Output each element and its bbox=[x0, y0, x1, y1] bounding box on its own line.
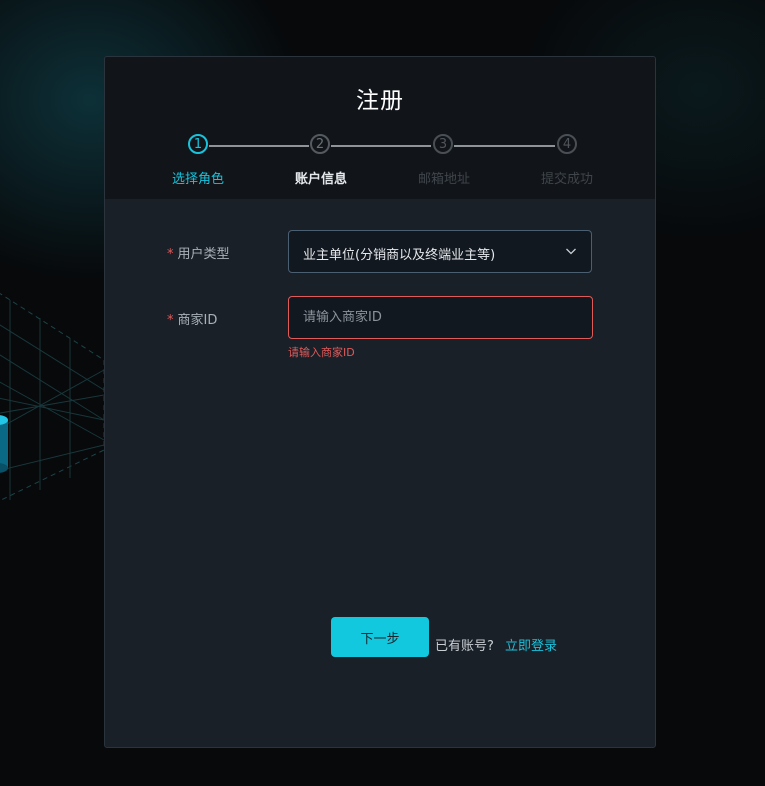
register-card: 注册 1 选择角色 2 账户信息 3 邮箱地址 4 提交成功 * 用户类型 业主单… bbox=[104, 56, 656, 748]
have-account-text: 已有账号? bbox=[435, 639, 494, 654]
step-2-label: 账户信息 bbox=[294, 172, 347, 187]
step-2-number: 2 bbox=[315, 137, 325, 152]
step-1-circle: 1 bbox=[188, 134, 208, 154]
user-type-value: 业主单位(分销商以及终端业主等) bbox=[303, 248, 496, 263]
merchant-id-label: * 商家ID bbox=[167, 309, 217, 328]
merchant-id-label-text: 商家ID bbox=[177, 313, 218, 328]
chevron-down-icon bbox=[566, 248, 576, 255]
step-3-number: 3 bbox=[438, 137, 448, 152]
step-connector-3 bbox=[454, 145, 555, 147]
page-title: 注册 bbox=[356, 88, 404, 114]
user-type-label: * 用户类型 bbox=[167, 243, 230, 262]
required-mark: * bbox=[167, 247, 174, 262]
merchant-id-input[interactable] bbox=[288, 296, 593, 339]
login-link[interactable]: 立即登录 bbox=[505, 635, 557, 654]
cylinder-icon bbox=[0, 415, 8, 473]
step-1-label: 选择角色 bbox=[171, 172, 224, 187]
merchant-id-error: 请输入商家ID bbox=[288, 346, 355, 359]
step-4-circle: 4 bbox=[557, 134, 577, 154]
required-mark: * bbox=[167, 313, 174, 328]
user-type-label-text: 用户类型 bbox=[177, 247, 230, 262]
next-button[interactable]: 下一步 bbox=[331, 617, 429, 657]
step-1-number: 1 bbox=[193, 137, 203, 152]
card-header: 注册 1 选择角色 2 账户信息 3 邮箱地址 4 提交成功 bbox=[105, 57, 655, 199]
step-4-label: 提交成功 bbox=[540, 172, 593, 187]
step-connector-2 bbox=[331, 145, 431, 147]
step-3-label: 邮箱地址 bbox=[417, 172, 470, 187]
step-connector-1 bbox=[209, 145, 309, 147]
user-type-select[interactable]: 业主单位(分销商以及终端业主等) bbox=[288, 230, 592, 273]
step-3-circle: 3 bbox=[433, 134, 453, 154]
step-2-circle: 2 bbox=[310, 134, 330, 154]
step-4-number: 4 bbox=[562, 137, 572, 152]
